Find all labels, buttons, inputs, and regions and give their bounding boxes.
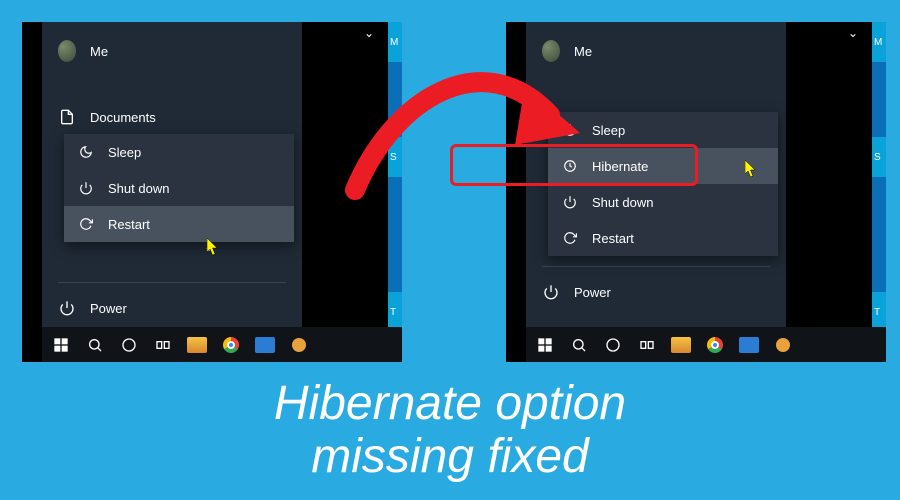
power-item[interactable]: Power	[42, 289, 302, 327]
sleep-label: Sleep	[592, 123, 625, 138]
taskview-icon[interactable]	[630, 327, 664, 362]
avatar-icon	[542, 42, 560, 60]
power-item[interactable]: Power	[526, 273, 786, 311]
tile-3[interactable]: T	[872, 292, 886, 332]
power-label: Power	[90, 301, 127, 316]
search-icon[interactable]	[78, 327, 112, 362]
tile-2[interactable]: S	[388, 137, 402, 177]
chevron-down-icon: ⌄	[204, 240, 214, 254]
power-submenu-left: Sleep Shut down Restart	[64, 134, 294, 242]
restart-icon	[562, 230, 578, 246]
documents-item[interactable]: Documents	[42, 98, 302, 136]
taskbar-right	[526, 327, 886, 362]
taskbar-left	[42, 327, 402, 362]
user-label: Me	[574, 44, 592, 59]
caption-line-2: missing fixed	[0, 431, 900, 484]
power-icon	[562, 194, 578, 210]
hibernate-item[interactable]: Hibernate	[548, 148, 778, 184]
user-item[interactable]: Me	[526, 32, 786, 70]
restart-label: Restart	[108, 217, 150, 232]
app-icon-2[interactable]	[766, 327, 800, 362]
divider	[542, 266, 770, 267]
avatar-icon	[58, 42, 76, 60]
explorer-icon[interactable]	[180, 327, 214, 362]
before-screenshot: Me Documents Power ⌄	[22, 22, 402, 362]
start-button[interactable]	[44, 327, 78, 362]
caption: Hibernate option missing fixed	[0, 378, 900, 484]
power-icon	[542, 283, 560, 301]
restart-item[interactable]: Restart	[548, 220, 778, 256]
chrome-icon[interactable]	[214, 327, 248, 362]
tile-3[interactable]: T	[388, 292, 402, 332]
sleep-item[interactable]: Sleep	[548, 112, 778, 148]
shutdown-item[interactable]: Shut down	[64, 170, 294, 206]
power-icon	[58, 299, 76, 317]
divider	[58, 282, 286, 283]
chevron-down-icon[interactable]: ⌄	[364, 26, 374, 40]
cortana-icon[interactable]	[112, 327, 146, 362]
shutdown-label: Shut down	[592, 195, 653, 210]
power-submenu-right: Sleep Hibernate Shut down Restart	[548, 112, 778, 256]
hibernate-label: Hibernate	[592, 159, 648, 174]
clock-icon	[562, 158, 578, 174]
documents-label: Documents	[90, 110, 156, 125]
taskview-icon[interactable]	[146, 327, 180, 362]
search-icon[interactable]	[562, 327, 596, 362]
sleep-label: Sleep	[108, 145, 141, 160]
restart-icon	[78, 216, 94, 232]
power-label: Power	[574, 285, 611, 300]
caption-line-1: Hibernate option	[0, 378, 900, 431]
restart-label: Restart	[592, 231, 634, 246]
start-button[interactable]	[528, 327, 562, 362]
power-icon	[78, 180, 94, 196]
tile-strip: M S T	[872, 22, 886, 362]
after-screenshot: Me Power ⌄ Sleep Hibernate	[506, 22, 886, 362]
shutdown-label: Shut down	[108, 181, 169, 196]
explorer-icon[interactable]	[664, 327, 698, 362]
app-icon-2[interactable]	[282, 327, 316, 362]
tile-1[interactable]: M	[388, 22, 402, 62]
user-item[interactable]: Me	[42, 32, 302, 70]
tile-strip: M S T	[388, 22, 402, 362]
document-icon	[58, 108, 76, 126]
sleep-item[interactable]: Sleep	[64, 134, 294, 170]
moon-icon	[562, 122, 578, 138]
moon-icon	[78, 144, 94, 160]
shutdown-item[interactable]: Shut down	[548, 184, 778, 220]
app-icon[interactable]	[248, 327, 282, 362]
chrome-icon[interactable]	[698, 327, 732, 362]
tile-2[interactable]: S	[872, 137, 886, 177]
chevron-down-icon[interactable]: ⌄	[848, 26, 858, 40]
restart-item[interactable]: Restart	[64, 206, 294, 242]
app-icon[interactable]	[732, 327, 766, 362]
cortana-icon[interactable]	[596, 327, 630, 362]
user-label: Me	[90, 44, 108, 59]
tile-1[interactable]: M	[872, 22, 886, 62]
